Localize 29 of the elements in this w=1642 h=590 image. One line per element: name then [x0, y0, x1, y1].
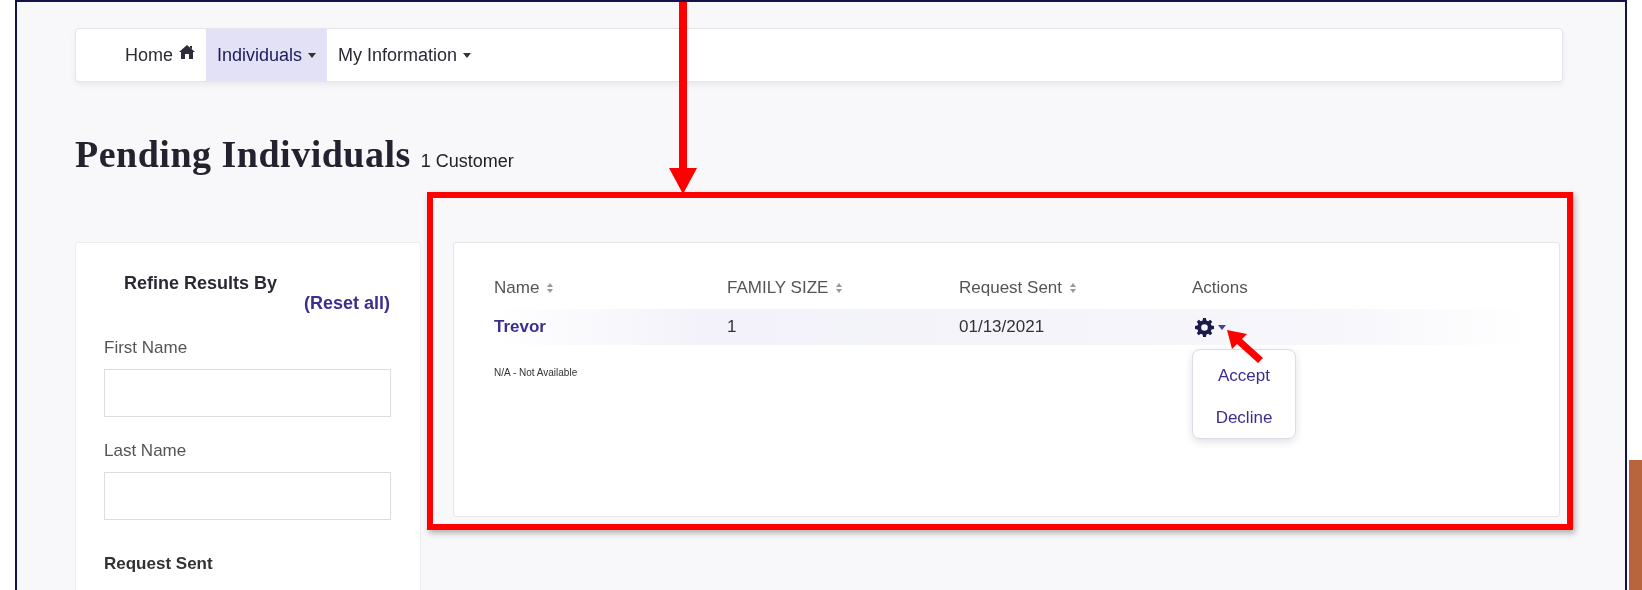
field-label: Last Name: [104, 441, 188, 461]
home-icon: [179, 45, 195, 59]
customer-count: 1 Customer: [420, 151, 514, 172]
field-label: Request Sent: [104, 554, 214, 574]
caret-icon: [308, 52, 317, 58]
column-header[interactable]: Name: [494, 273, 727, 303]
nav-item[interactable]: My Information: [327, 29, 483, 81]
pointer-arrow: [1225, 328, 1265, 364]
filter-title: Refine Results By: [124, 273, 278, 294]
column-header[interactable]: Request Sent: [959, 273, 1192, 303]
name-link[interactable]: Trevor: [494, 317, 727, 337]
input-field[interactable]: [104, 472, 391, 520]
caret-icon: [463, 52, 472, 58]
field-label: First Name: [104, 338, 189, 358]
table-cell-text: 1: [727, 317, 738, 337]
column-header: Actions: [1192, 277, 1249, 299]
input-field[interactable]: [104, 369, 391, 417]
menu-item[interactable]: Decline: [1215, 407, 1273, 428]
page-title: Pending Individuals: [75, 132, 411, 176]
reset-link[interactable]: (Reset all): [303, 293, 390, 314]
column-header[interactable]: FAMILY SIZE: [727, 273, 959, 303]
settings-icon: [1195, 317, 1214, 337]
menu-item[interactable]: Accept: [1218, 365, 1270, 386]
actions-button[interactable]: [1192, 316, 1229, 338]
nav-item[interactable]: Individuals: [206, 29, 328, 81]
nav-item[interactable]: Home: [114, 29, 206, 81]
footnote: N/A - Not Available: [494, 367, 578, 378]
caret-icon: [1218, 324, 1226, 330]
table-cell-text: 01/13/2021: [959, 317, 1046, 337]
